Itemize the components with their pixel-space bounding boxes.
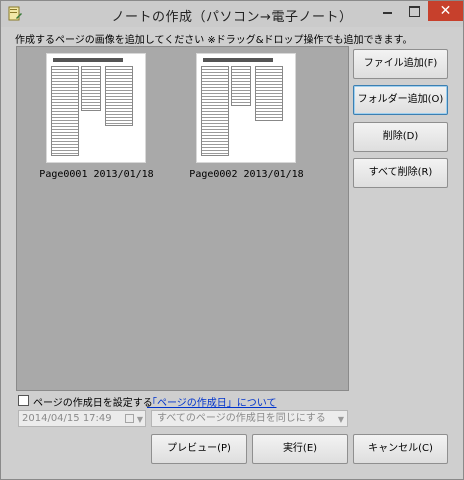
- title-bar[interactable]: ノートの作成（パソコン→電子ノート） ✕: [1, 1, 463, 27]
- date-scope-select[interactable]: すべてのページの作成日を同じにする ▼: [151, 410, 348, 427]
- set-creation-date-checkbox[interactable]: [18, 395, 29, 406]
- page-thumbnail-area[interactable]: Page0001 2013/01/18 Page0002 2013/01/18: [16, 46, 349, 391]
- minimize-button[interactable]: [374, 1, 401, 21]
- run-button[interactable]: 実行(E): [252, 434, 348, 464]
- creation-date-picker[interactable]: 2014/04/15 17:49 ▼: [18, 410, 146, 427]
- creation-date-help-link[interactable]: 「ページの作成日」について: [147, 394, 277, 409]
- chevron-down-icon: ▼: [337, 415, 344, 424]
- add-folder-button[interactable]: フォルダー追加(O): [353, 85, 448, 115]
- date-scope-value: すべてのページの作成日を同じにする: [157, 413, 326, 424]
- maximize-button[interactable]: [401, 1, 428, 21]
- page-caption: Page0001 2013/01/18: [39, 169, 154, 180]
- add-file-button[interactable]: ファイル追加(F): [353, 49, 448, 79]
- delete-all-button[interactable]: すべて削除(R): [353, 158, 448, 188]
- page-thumbnail[interactable]: Page0001 2013/01/18: [39, 53, 154, 180]
- create-note-dialog: ノートの作成（パソコン→電子ノート） ✕ 作成するページの画像を追加してください…: [0, 0, 464, 480]
- close-button[interactable]: ✕: [428, 1, 463, 21]
- delete-button[interactable]: 削除(D): [353, 122, 448, 152]
- instruction-text: 作成するページの画像を追加してください ※ドラッグ&ドロップ操作でも追加できます…: [15, 35, 413, 46]
- creation-date-value: 2014/04/15 17:49: [22, 413, 112, 424]
- cancel-button[interactable]: キャンセル(C): [353, 434, 448, 464]
- page-image: [196, 53, 296, 163]
- preview-button[interactable]: プレビュー(P): [151, 434, 247, 464]
- page-caption: Page0002 2013/01/18: [189, 169, 304, 180]
- set-creation-date-label[interactable]: ページの作成日を設定する: [33, 394, 153, 409]
- page-image: [46, 53, 146, 163]
- calendar-icon: [125, 414, 134, 423]
- page-thumbnail[interactable]: Page0002 2013/01/18: [189, 53, 304, 180]
- chevron-down-icon: ▼: [136, 415, 143, 424]
